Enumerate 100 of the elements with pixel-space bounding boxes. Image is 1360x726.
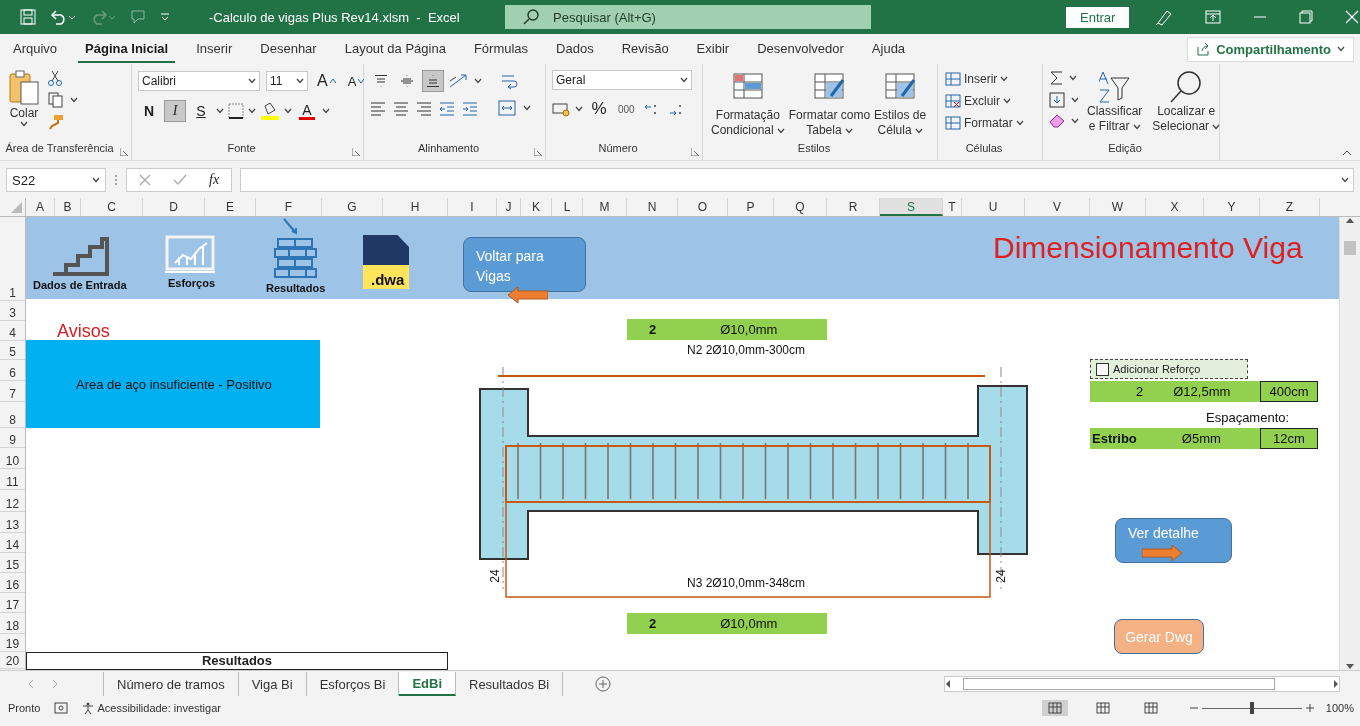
dialog-launcher-icon[interactable] [691, 148, 699, 156]
column-header[interactable]: V [1025, 198, 1090, 216]
caret-icon[interactable] [1071, 118, 1079, 124]
column-header[interactable]: U [962, 198, 1025, 216]
add-sheet-icon[interactable] [595, 676, 612, 692]
ribbon-display-icon[interactable] [1205, 10, 1222, 24]
row-header[interactable]: 19 [0, 634, 25, 652]
row-header[interactable]: 11 [0, 469, 25, 490]
row-header[interactable]: 17 [0, 593, 25, 613]
caret-icon[interactable] [680, 77, 688, 83]
column-header[interactable]: B [55, 198, 81, 216]
sheet-tab[interactable]: Número de tramos [104, 672, 239, 696]
caret-icon[interactable] [248, 108, 256, 114]
caret-icon[interactable] [322, 108, 330, 114]
column-header[interactable]: X [1146, 198, 1204, 216]
caret-icon[interactable] [575, 106, 583, 112]
grow-font-button[interactable]: A [314, 70, 339, 92]
column-header[interactable]: H [383, 198, 448, 216]
caret-icon[interactable] [92, 177, 100, 183]
caret-icon[interactable] [1212, 123, 1221, 130]
caret-icon[interactable] [216, 108, 224, 114]
paste-button[interactable]: Colar [6, 70, 42, 142]
cells-command[interactable]: Excluir [944, 92, 1025, 110]
caret-icon[interactable] [844, 127, 853, 134]
column-header[interactable]: K [521, 198, 552, 216]
checkbox[interactable] [1096, 362, 1109, 376]
ribbon-tab[interactable]: Inserir [189, 35, 240, 63]
caret-icon[interactable] [284, 108, 292, 114]
dialog-launcher-icon[interactable] [352, 148, 360, 156]
align-right-icon[interactable] [416, 100, 432, 116]
caret-icon[interactable] [1341, 177, 1349, 183]
column-header[interactable]: S [880, 198, 943, 216]
sheet-tab[interactable]: EdBi [399, 672, 456, 696]
insert-function-button[interactable]: fx [209, 172, 220, 188]
sum-icon[interactable] [1049, 70, 1063, 86]
customize-caret-icon[interactable] [160, 12, 170, 22]
view-button[interactable] [1041, 700, 1068, 716]
column-header[interactable]: E [205, 198, 256, 216]
row-header[interactable]: 4 [0, 321, 25, 341]
ribbon-tab[interactable]: Desenvolvedor [750, 35, 851, 63]
ribbon-tab[interactable]: Desenhar [253, 35, 324, 63]
column-header[interactable]: D [143, 198, 205, 216]
column-header[interactable]: J [497, 198, 521, 216]
caret-icon[interactable] [1337, 46, 1345, 52]
caret-icon[interactable] [1069, 75, 1077, 81]
ribbon-tab[interactable]: Ajuda [864, 35, 913, 63]
column-header[interactable]: Z [1260, 198, 1320, 216]
caret-icon[interactable] [914, 127, 923, 134]
column-header[interactable]: P [728, 198, 774, 216]
nav-label[interactable]: Resultados [266, 282, 326, 294]
style-gallery-button[interactable]: Formatação Condicional [709, 70, 787, 138]
font-size-select[interactable]: 11 [266, 71, 308, 91]
undo-icon[interactable] [50, 9, 76, 25]
cells-command[interactable]: Formatar [944, 114, 1025, 132]
caret-icon[interactable] [20, 121, 28, 127]
text-angle-icon[interactable] [448, 73, 470, 89]
caret-icon[interactable] [1071, 97, 1079, 103]
column-header[interactable]: T [943, 198, 962, 216]
ribbon-tab[interactable]: Revisão [614, 35, 676, 63]
align-center-icon[interactable] [393, 100, 409, 116]
caret-icon[interactable] [296, 78, 304, 84]
row-header[interactable]: 10 [0, 448, 25, 469]
row-header[interactable]: 8 [0, 402, 25, 428]
ribbon-tab[interactable]: Layout da Página [337, 35, 453, 63]
accounting-format-icon[interactable] [552, 101, 570, 117]
formula-input[interactable] [240, 168, 1354, 192]
brick-wall-icon[interactable] [274, 217, 318, 281]
row-header[interactable]: 3 [0, 301, 25, 321]
zoom-thumb[interactable] [1249, 702, 1254, 714]
align-left-icon[interactable] [370, 100, 386, 116]
scissors-icon[interactable] [48, 70, 62, 86]
search-field[interactable]: Pesquisar (Alt+G) [505, 5, 871, 29]
row-header[interactable]: 16 [0, 573, 25, 593]
cells-command[interactable]: Inserir [944, 70, 1025, 88]
zoom-level[interactable]: 100% [1325, 702, 1354, 714]
add-reinforcement-checkbox[interactable]: Adicionar Reforço [1090, 359, 1248, 379]
wrap-text-icon[interactable] [500, 72, 518, 90]
accessibility-status[interactable]: Acessibilidade: investigar [82, 702, 221, 714]
column-header[interactable]: M [583, 198, 627, 216]
row-header[interactable]: 6 [0, 360, 25, 381]
row-header[interactable]: 20 [0, 652, 25, 669]
fill-color-icon[interactable] [260, 102, 280, 120]
collapse-ribbon-icon[interactable] [1342, 150, 1352, 156]
caret-icon[interactable] [523, 105, 531, 111]
share-button[interactable]: Compartilhamento [1187, 36, 1354, 62]
column-header[interactable]: W [1090, 198, 1146, 216]
row-header[interactable]: 18 [0, 613, 25, 634]
copy-icon[interactable] [48, 92, 64, 108]
find-select-button[interactable]: Localizar e Selecionar [1150, 70, 1223, 142]
nav-label[interactable]: Dados de Entrada [33, 279, 127, 291]
caret-icon[interactable] [248, 78, 256, 84]
column-header[interactable]: I [448, 198, 497, 216]
style-gallery-button[interactable]: Formatar como Tabela [786, 70, 873, 138]
zoom-in-icon[interactable] [1305, 704, 1314, 712]
column-header[interactable]: C [81, 198, 143, 216]
style-gallery-button[interactable]: Estilos de Célula [872, 70, 929, 138]
dwg-file-icon[interactable]: .dwa [363, 235, 409, 289]
column-header[interactable]: L [552, 198, 583, 216]
dialog-launcher-icon[interactable] [534, 148, 542, 156]
pen-icon[interactable] [1155, 8, 1174, 26]
